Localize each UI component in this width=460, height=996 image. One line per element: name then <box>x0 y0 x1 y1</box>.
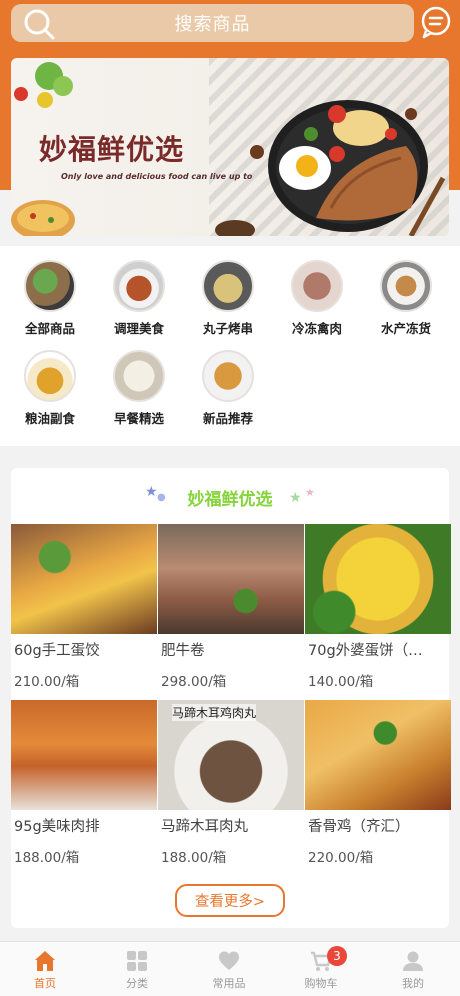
product-card[interactable]: 95g美味肉排 188.00/箱 <box>11 700 157 866</box>
view-more-button[interactable]: 查看更多> <box>175 884 285 917</box>
product-name: 马蹄木耳肉丸 <box>161 819 248 835</box>
product-image <box>158 524 304 634</box>
star-decoration-icon: ★ <box>305 486 315 499</box>
product-image <box>11 524 157 634</box>
product-price: 220.00/箱 <box>308 850 374 866</box>
category-image <box>202 260 254 312</box>
category-grid: 全部商品 调理美食 丸子烤串 冷冻禽肉 水产冻货 粮油副食 早餐精选 新品推荐 <box>0 246 460 446</box>
search-bar[interactable]: 搜索商品 <box>11 4 414 42</box>
message-icon[interactable] <box>418 4 454 40</box>
home-icon <box>35 951 55 971</box>
product-card[interactable]: 肥牛卷 298.00/箱 <box>158 524 304 690</box>
category-image <box>291 260 343 312</box>
category-frozen-seafood[interactable]: 水产冻货 <box>366 260 446 337</box>
product-price: 210.00/箱 <box>14 674 80 690</box>
user-icon <box>403 951 423 971</box>
banner-title: 妙福鲜优选 <box>39 133 185 166</box>
product-price: 188.00/箱 <box>14 850 80 866</box>
search-icon <box>24 9 55 40</box>
category-image <box>113 260 165 312</box>
category-new-products[interactable]: 新品推荐 <box>188 350 268 427</box>
search-placeholder: 搜索商品 <box>174 14 251 35</box>
product-image-caption: 马蹄木耳鸡肉丸 <box>172 704 257 721</box>
category-image <box>380 260 432 312</box>
category-label: 全部商品 <box>24 321 75 336</box>
tab-label: 分类 <box>126 977 148 990</box>
category-label: 冷冻禽肉 <box>291 321 342 336</box>
product-name: 60g手工蛋饺 <box>14 643 100 659</box>
tab-label: 首页 <box>34 977 56 990</box>
promo-banner[interactable]: 妙福鲜优选 Only love and delicious food can l… <box>11 58 449 236</box>
product-image <box>305 524 451 634</box>
category-frozen-poultry[interactable]: 冷冻禽肉 <box>277 260 357 337</box>
featured-products-panel: ★ ● 妙福鲜优选 ★ ★ 60g手工蛋饺 210.00/箱 肥牛卷 298.0… <box>11 468 451 928</box>
bottom-tab-bar: 首页 分类 常用品 3 购物车 我的 <box>0 941 460 996</box>
tab-profile[interactable]: 我的 <box>373 950 453 991</box>
product-card[interactable]: 香骨鸡（齐汇） 220.00/箱 <box>305 700 451 866</box>
category-label: 调理美食 <box>113 321 164 336</box>
product-image: 马蹄木耳鸡肉丸 <box>158 700 304 810</box>
category-label: 新品推荐 <box>202 411 253 426</box>
grid-icon <box>127 951 147 971</box>
product-image <box>305 700 451 810</box>
product-image <box>11 700 157 810</box>
category-prepared-food[interactable]: 调理美食 <box>99 260 179 337</box>
category-label: 早餐精选 <box>113 411 164 426</box>
category-all-products[interactable]: 全部商品 <box>10 260 90 337</box>
banner-subtitle: Only love and delicious food can live up… <box>61 172 253 181</box>
cart-count-badge: 3 <box>327 946 347 966</box>
heart-icon <box>219 951 239 970</box>
category-meatballs-skewers[interactable]: 丸子烤串 <box>188 260 268 337</box>
tab-cart[interactable]: 3 购物车 <box>281 946 361 991</box>
product-price: 188.00/箱 <box>161 850 227 866</box>
product-card[interactable]: 马蹄木耳鸡肉丸 马蹄木耳肉丸 188.00/箱 <box>158 700 304 866</box>
category-image <box>113 350 165 402</box>
tab-categories[interactable]: 分类 <box>97 950 177 991</box>
tab-label: 常用品 <box>212 977 246 990</box>
product-name: 95g美味肉排 <box>14 819 100 835</box>
category-grain-oil[interactable]: 粮油副食 <box>10 350 90 427</box>
product-name: 肥牛卷 <box>161 643 205 659</box>
tab-home[interactable]: 首页 <box>5 950 85 991</box>
tab-label: 我的 <box>402 977 424 990</box>
product-name: 70g外婆蛋饼（… <box>308 643 423 659</box>
product-name: 香骨鸡（齐汇） <box>308 819 410 835</box>
product-card[interactable]: 60g手工蛋饺 210.00/箱 <box>11 524 157 690</box>
tab-label: 购物车 <box>304 977 338 990</box>
category-label: 粮油副食 <box>24 411 75 426</box>
category-label: 水产冻货 <box>380 321 431 336</box>
category-image <box>202 350 254 402</box>
product-card[interactable]: 70g外婆蛋饼（… 140.00/箱 <box>305 524 451 690</box>
section-title: 妙福鲜优选 <box>187 490 273 510</box>
category-image <box>24 350 76 402</box>
product-price: 140.00/箱 <box>308 674 374 690</box>
category-image <box>24 260 76 312</box>
product-price: 298.00/箱 <box>161 674 227 690</box>
star-decoration-icon: ★ <box>289 490 302 506</box>
category-breakfast[interactable]: 早餐精选 <box>99 350 179 427</box>
tab-favorites[interactable]: 常用品 <box>189 950 269 991</box>
category-label: 丸子烤串 <box>202 321 253 336</box>
